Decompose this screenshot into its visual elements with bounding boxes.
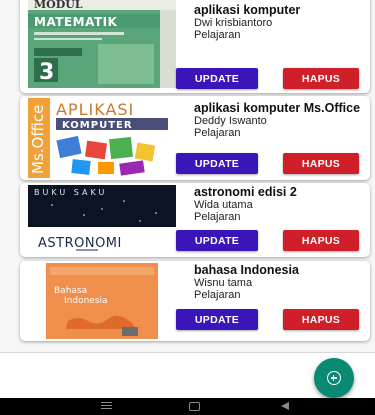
add-book-fab[interactable] [314,358,354,398]
book-author: Wisnu tama [194,277,253,289]
book-cover-text: BUKU SAKU [34,188,107,197]
book-cover-text: MODUL [34,0,83,11]
book-cover-image: MODUL MATEMATIK 3 [28,0,176,88]
book-info: aplikasi komputer Dwi krisbiantoro Pelaj… [194,3,362,42]
system-navigation-bar [0,398,375,415]
book-title: aplikasi komputer Ms.Office [194,101,361,115]
book-card[interactable]: MODUL MATEMATIK 3 aplikasi komputer Dwi … [20,0,370,93]
book-cover-text: APLIKASI [56,100,134,119]
hapus-button[interactable]: HAPUS [283,230,359,251]
update-button[interactable]: UPDATE [176,68,258,89]
book-category: Pelajaran [194,289,241,301]
book-category: Pelajaran [194,127,241,139]
book-card[interactable]: BUKU SAKU ASTRONOMI astronomi edisi 2 Wi… [20,183,370,257]
book-cover-text: ASTRONOMI [38,236,122,251]
add-circle-icon [327,371,341,385]
home-icon[interactable] [189,402,200,411]
book-cover: BUKU SAKU ASTRONOMI [28,185,176,255]
book-cover-image: BUKU SAKU ASTRONOMI [28,185,176,255]
list-bottom-divider [0,352,375,353]
book-author: Deddy Iswanto [194,115,267,127]
book-card[interactable]: Bahasa Indonesia bahasa Indonesia Wisnu … [20,261,370,341]
book-cover: Ms.Office APLIKASI KOMPUTER [28,98,176,178]
book-category: Pelajaran [194,29,241,41]
book-cover: Bahasa Indonesia [28,263,176,339]
book-title: astronomi edisi 2 [194,185,297,199]
book-cover-text: Ms.Office [29,105,47,174]
book-cover-image: Bahasa Indonesia [28,263,176,339]
hapus-button[interactable]: HAPUS [283,68,359,89]
book-info: bahasa Indonesia Wisnu tama Pelajaran [194,263,362,302]
update-button[interactable]: UPDATE [176,309,258,330]
book-title: bahasa Indonesia [194,263,299,277]
book-category: Pelajaran [194,211,241,223]
menu-icon[interactable] [101,402,112,411]
update-button[interactable]: UPDATE [176,153,258,174]
book-author: Wida utama [194,199,253,211]
back-icon[interactable] [281,402,289,410]
book-cover-text: Bahasa [54,286,87,296]
book-cover-image: Ms.Office APLIKASI KOMPUTER [28,98,176,178]
update-button[interactable]: UPDATE [176,230,258,251]
book-info: aplikasi komputer Ms.Office Deddy Iswant… [194,101,362,140]
book-title: aplikasi komputer [194,3,301,17]
book-info: astronomi edisi 2 Wida utama Pelajaran [194,185,362,224]
book-cover: MODUL MATEMATIK 3 [28,0,176,88]
book-cover-text: MATEMATIK [34,15,118,29]
book-cover-text: 3 [39,60,54,85]
hapus-button[interactable]: HAPUS [283,309,359,330]
book-card[interactable]: Ms.Office APLIKASI KOMPUTER aplikasi kom… [20,96,370,180]
book-author: Dwi krisbiantoro [194,17,273,29]
hapus-button[interactable]: HAPUS [283,153,359,174]
book-list: MODUL MATEMATIK 3 aplikasi komputer Dwi … [0,0,375,352]
book-cover-text: Indonesia [64,296,108,306]
book-cover-text: KOMPUTER [62,120,133,131]
